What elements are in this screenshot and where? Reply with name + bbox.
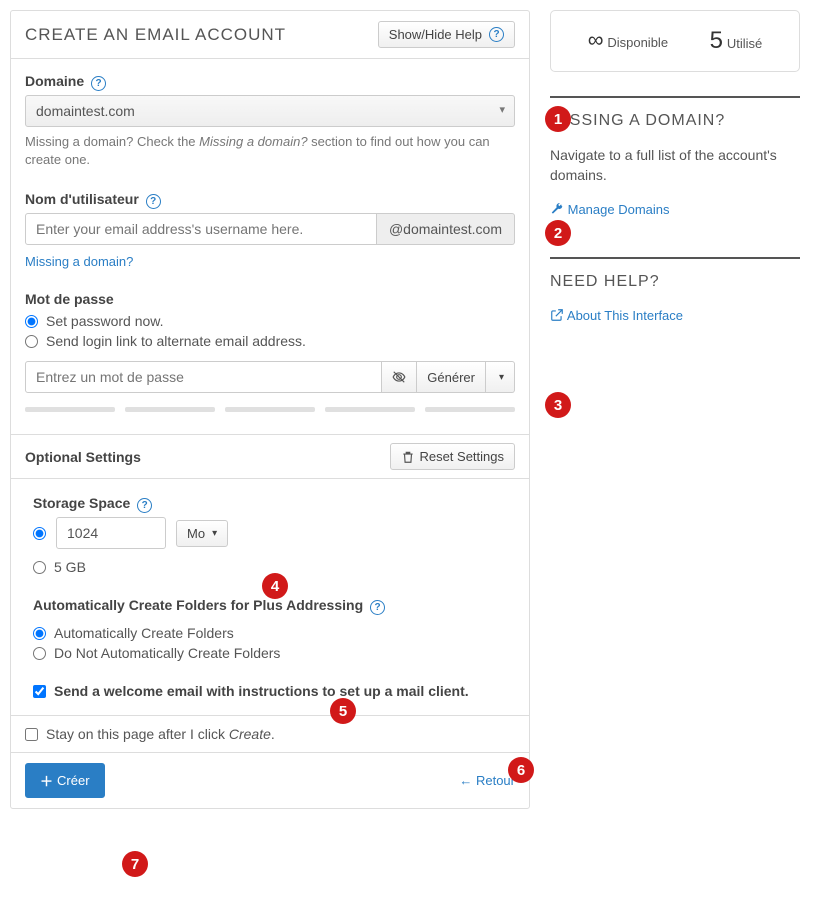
stay-on-page-label: Stay on this page after I click Create. bbox=[46, 726, 275, 742]
annotation-badge-2: 2 bbox=[545, 220, 571, 246]
page-title: Create an Email Account bbox=[25, 25, 286, 45]
help-icon: ? bbox=[489, 27, 504, 42]
missing-domain-heading: Missing a Domain? bbox=[550, 112, 800, 130]
auto-create-folders-label: Automatically Create Folders bbox=[54, 625, 234, 641]
set-password-now-label: Set password now. bbox=[46, 313, 164, 329]
help-icon[interactable]: ? bbox=[146, 194, 161, 209]
domain-help-text: Missing a domain? Check the Missing a do… bbox=[25, 133, 515, 169]
annotation-badge-3: 3 bbox=[545, 392, 571, 418]
storage-unit-dropdown[interactable]: Mo bbox=[176, 520, 228, 547]
create-button[interactable]: ＋ Créer bbox=[25, 763, 105, 798]
help-icon[interactable]: ? bbox=[91, 76, 106, 91]
no-auto-create-folders-label: Do Not Automatically Create Folders bbox=[54, 645, 280, 661]
toggle-help-button[interactable]: Show/Hide Help ? bbox=[378, 21, 515, 48]
toggle-help-label: Show/Hide Help bbox=[389, 27, 482, 42]
need-help-heading: Need Help? bbox=[550, 273, 800, 291]
username-label: Nom d'utilisateur bbox=[25, 191, 139, 207]
stay-on-page-checkbox[interactable] bbox=[25, 728, 38, 741]
available-count: ∞ bbox=[588, 27, 604, 52]
no-auto-create-folders-radio[interactable] bbox=[33, 647, 46, 660]
trash-icon bbox=[401, 450, 415, 464]
welcome-email-label: Send a welcome email with instructions t… bbox=[54, 683, 469, 699]
generate-password-button[interactable]: Générer bbox=[417, 361, 486, 393]
external-link-icon bbox=[550, 308, 564, 322]
help-icon[interactable]: ? bbox=[370, 600, 385, 615]
auto-create-folders-radio[interactable] bbox=[33, 627, 46, 640]
generate-password-dropdown[interactable] bbox=[486, 361, 515, 393]
about-interface-label: About This Interface bbox=[567, 308, 683, 323]
create-button-label: Créer bbox=[57, 773, 90, 788]
manage-domains-link[interactable]: Manage Domains bbox=[550, 202, 670, 217]
reset-settings-button[interactable]: Reset Settings bbox=[390, 443, 515, 470]
send-login-link-radio[interactable] bbox=[25, 335, 38, 348]
annotation-badge-1: 1 bbox=[545, 106, 571, 132]
wrench-icon bbox=[550, 202, 564, 216]
username-domain-suffix: @domaintest.com bbox=[377, 213, 515, 245]
send-login-link-label: Send login link to alternate email addre… bbox=[46, 333, 306, 349]
used-label: Utilisé bbox=[727, 36, 762, 51]
domain-select[interactable]: domaintest.com bbox=[25, 95, 515, 127]
plus-addressing-label: Automatically Create Folders for Plus Ad… bbox=[33, 597, 363, 613]
available-label: Disponible bbox=[607, 35, 668, 50]
manage-domains-label: Manage Domains bbox=[568, 202, 670, 217]
annotation-badge-6: 6 bbox=[508, 757, 534, 783]
toggle-password-visibility-button[interactable] bbox=[382, 361, 417, 393]
storage-label: Storage Space bbox=[33, 495, 130, 511]
about-interface-link[interactable]: About This Interface bbox=[550, 308, 683, 323]
used-count: 5 bbox=[710, 27, 723, 54]
storage-value-input[interactable] bbox=[56, 517, 166, 549]
plus-icon: ＋ bbox=[40, 771, 53, 790]
storage-5gb-label: 5 GB bbox=[54, 559, 86, 575]
missing-domain-text: Navigate to a full list of the account's… bbox=[550, 146, 800, 185]
storage-custom-radio[interactable] bbox=[33, 527, 46, 540]
password-label: Mot de passe bbox=[25, 291, 114, 307]
annotation-badge-5: 5 bbox=[330, 698, 356, 724]
back-link[interactable]: ← Retour bbox=[459, 773, 515, 788]
annotation-badge-4: 4 bbox=[262, 573, 288, 599]
welcome-email-checkbox[interactable] bbox=[33, 685, 46, 698]
eye-slash-icon bbox=[392, 370, 406, 384]
help-icon[interactable]: ? bbox=[137, 498, 152, 513]
missing-domain-link[interactable]: Missing a domain? bbox=[25, 254, 133, 269]
username-input[interactable] bbox=[25, 213, 377, 245]
arrow-left-icon: ← bbox=[459, 773, 472, 788]
set-password-now-radio[interactable] bbox=[25, 315, 38, 328]
annotation-badge-7: 7 bbox=[122, 851, 148, 877]
reset-settings-label: Reset Settings bbox=[419, 449, 504, 464]
password-strength-meter bbox=[25, 407, 515, 412]
storage-5gb-radio[interactable] bbox=[33, 561, 46, 574]
password-input[interactable] bbox=[25, 361, 382, 393]
optional-settings-heading: Optional Settings bbox=[25, 449, 141, 465]
domain-label: Domaine bbox=[25, 73, 84, 89]
